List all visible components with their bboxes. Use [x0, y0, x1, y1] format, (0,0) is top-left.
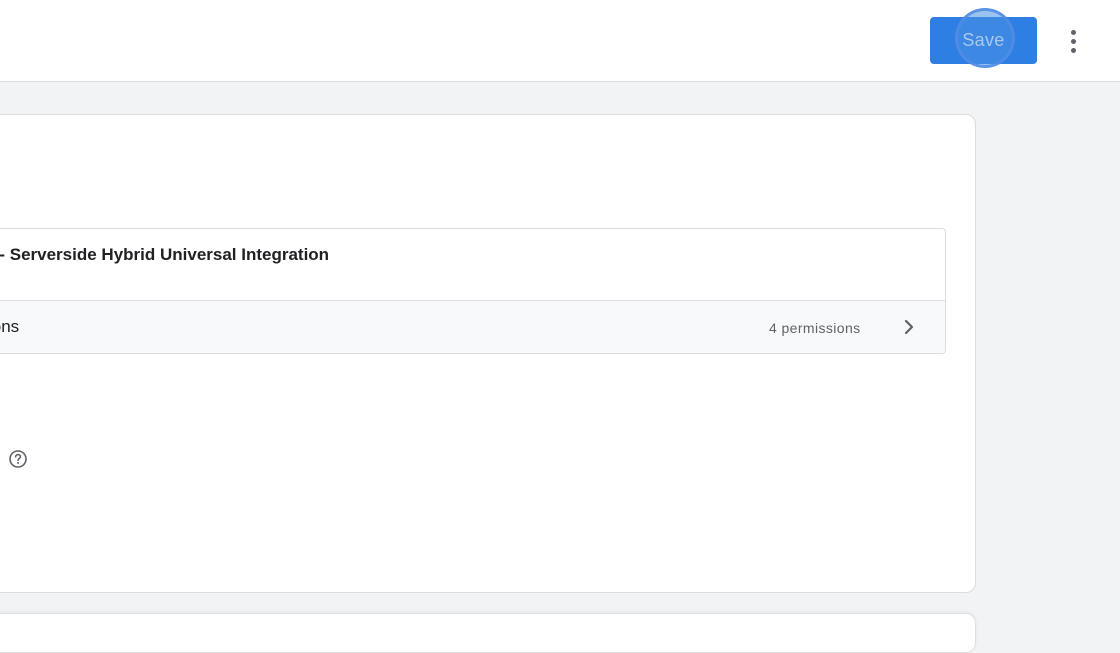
permissions-count: 4 permissions — [769, 320, 861, 336]
top-app-bar: Save — [0, 0, 1120, 82]
next-section-card — [0, 613, 976, 653]
tag-template-title: ics - Serverside Hybrid Universal Integr… — [0, 245, 330, 264]
more-dot — [1070, 47, 1076, 53]
chevron-right-icon — [904, 319, 914, 335]
permissions-row[interactable]: ssions 4 permissions — [0, 300, 945, 353]
save-button-label: Save — [962, 30, 1005, 50]
permissions-label: ssions — [0, 317, 20, 336]
save-button[interactable]: Save — [930, 17, 1037, 64]
more-dot — [1070, 29, 1076, 35]
more-dot — [1070, 38, 1076, 44]
help-circle-icon[interactable] — [8, 449, 28, 469]
more-vert-icon[interactable] — [1058, 22, 1088, 60]
tag-template-box: ics - Serverside Hybrid Universal Integr… — [0, 228, 946, 354]
